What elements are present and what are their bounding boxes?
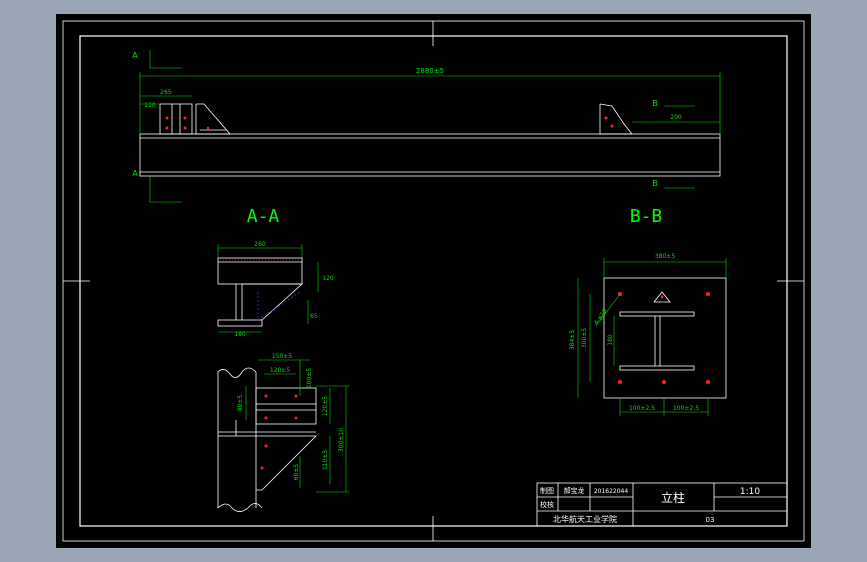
- detail-right-1-dim: 120±5: [322, 396, 329, 416]
- overall-length-dim: 2880±5: [416, 67, 444, 75]
- right-dim: 200: [670, 114, 682, 121]
- detail-left-1-dim: 80±5: [237, 395, 244, 412]
- bb-bottom-right-dim: 100±2.5: [673, 405, 699, 412]
- detail-top-2-dim: 120±5: [270, 367, 290, 374]
- cad-drawing: 2880±5 265 120 200 A A B B A-A 260 120 6…: [56, 14, 811, 548]
- title-part-name: 立柱: [661, 490, 685, 505]
- section-mark-a-bottom: A: [132, 169, 138, 178]
- detail-right-2-dim: 300±10: [338, 428, 345, 452]
- bb-web-dim: 180: [607, 334, 614, 346]
- aa-right-lower-dim: 65: [310, 313, 318, 320]
- title-row2-role: 校核: [540, 500, 554, 509]
- title-row1-role: 制图: [540, 486, 554, 495]
- title-row1-name: 郝宝龙: [564, 486, 585, 495]
- detail-top-1-dim: 150±5: [272, 353, 292, 360]
- section-bb-title: B-B: [630, 206, 663, 227]
- title-drawing-no: 03: [706, 516, 715, 524]
- section-aa-title: A-A: [247, 206, 280, 227]
- title-row1-id: 201622044: [594, 488, 629, 495]
- bb-bottom-left-dim: 100±2.5: [629, 405, 655, 412]
- title-scale: 1:10: [740, 487, 760, 497]
- section-mark-b-bottom: B: [652, 179, 658, 188]
- aa-bottom-width-dim: 180: [234, 331, 246, 338]
- aa-top-width-dim: 260: [254, 241, 266, 248]
- section-mark-b-top: B: [652, 99, 658, 108]
- left-width-dim: 265: [160, 89, 172, 96]
- section-mark-a-top: A: [132, 51, 138, 60]
- detail-bottom-1-dim: 60±5: [293, 464, 300, 481]
- detail-right-3-dim: 110±5: [322, 450, 329, 470]
- bb-left-inner-dim: 300±5: [581, 328, 588, 348]
- bb-top-width-dim: 380±5: [655, 253, 675, 260]
- left-height-dim: 120: [144, 102, 156, 109]
- title-school: 北华航天工业学院: [553, 514, 617, 524]
- detail-top-3-dim: 100±5: [306, 368, 313, 388]
- aa-right-height-dim: 120: [322, 275, 334, 282]
- bb-left-outer-dim: 384±5: [569, 330, 576, 350]
